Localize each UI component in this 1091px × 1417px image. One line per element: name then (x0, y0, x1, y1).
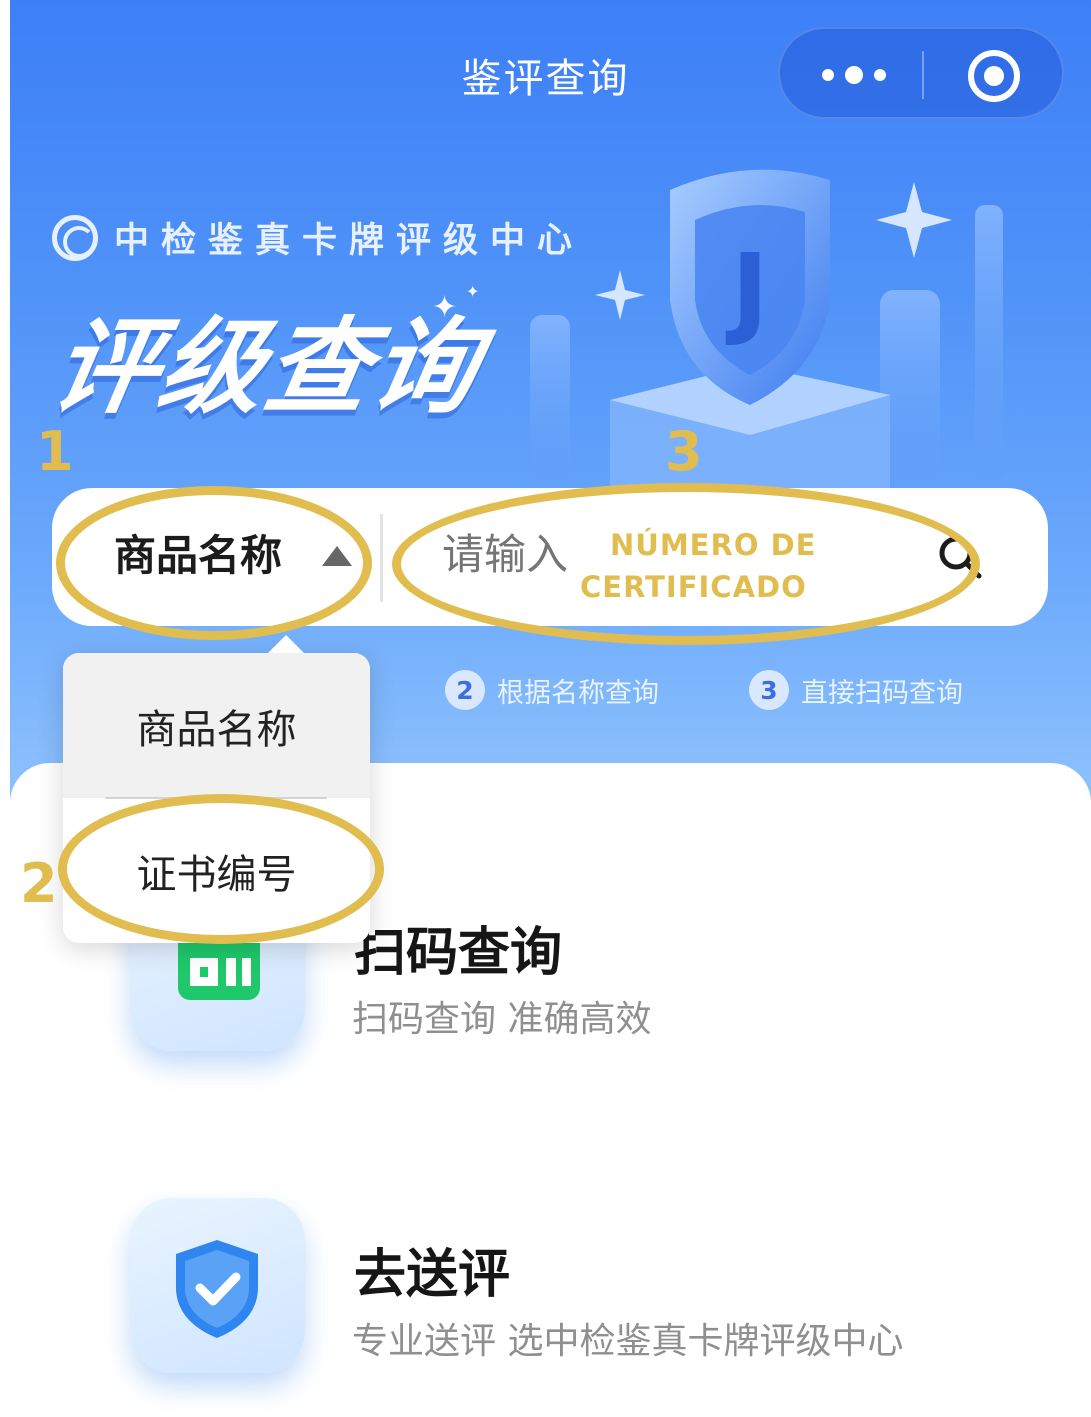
scan-query-title[interactable]: 扫码查询 (354, 910, 562, 985)
brand-header: 中检鉴真卡牌评级中心 (52, 212, 584, 263)
shield-check-icon (176, 1240, 258, 1338)
annotation-marker-3: 3 (665, 420, 703, 483)
annotation-ring-select (56, 486, 372, 640)
dropdown-option-product-name[interactable]: 商品名称 (63, 653, 370, 798)
shield-illustration: J (530, 169, 1003, 490)
hint-label: 直接扫码查询 (801, 677, 963, 709)
annotation-marker-1: 1 (36, 420, 74, 483)
step-badge: 2 (445, 670, 485, 710)
annotation-ring-input (392, 483, 980, 645)
svg-text:J: J (725, 232, 768, 349)
hint-search-by-name: 2 根据名称查询 (445, 670, 659, 710)
brand-logo-icon (52, 214, 98, 261)
dropdown-caret (268, 635, 304, 653)
hint-scan-query: 3 直接扫码查询 (749, 670, 963, 710)
search-divider (380, 514, 383, 602)
capsule-divider (922, 51, 924, 99)
mini-program-capsule (778, 27, 1064, 119)
annotation-marker-2: 2 (20, 852, 58, 915)
more-options-icon[interactable] (822, 55, 886, 95)
hero-title: 评级查询 (43, 306, 490, 428)
step-badge: 3 (749, 670, 789, 710)
submit-card-icon[interactable] (130, 1198, 305, 1373)
scan-query-subtitle: 扫码查询 准确高效 (352, 999, 652, 1040)
sparkle-icon: ✦ (466, 282, 480, 301)
submit-grading-subtitle: 专业送评 选中检鉴真卡牌评级中心 (352, 1321, 904, 1362)
sparkle-icon: ✦ (432, 290, 458, 325)
submit-grading-title[interactable]: 去送评 (354, 1232, 510, 1307)
close-miniprogram-icon[interactable] (968, 50, 1020, 102)
brand-name: 中检鉴真卡牌评级中心 (114, 221, 585, 261)
annotation-ring-option (58, 794, 384, 944)
hint-label: 根据名称查询 (497, 677, 659, 709)
